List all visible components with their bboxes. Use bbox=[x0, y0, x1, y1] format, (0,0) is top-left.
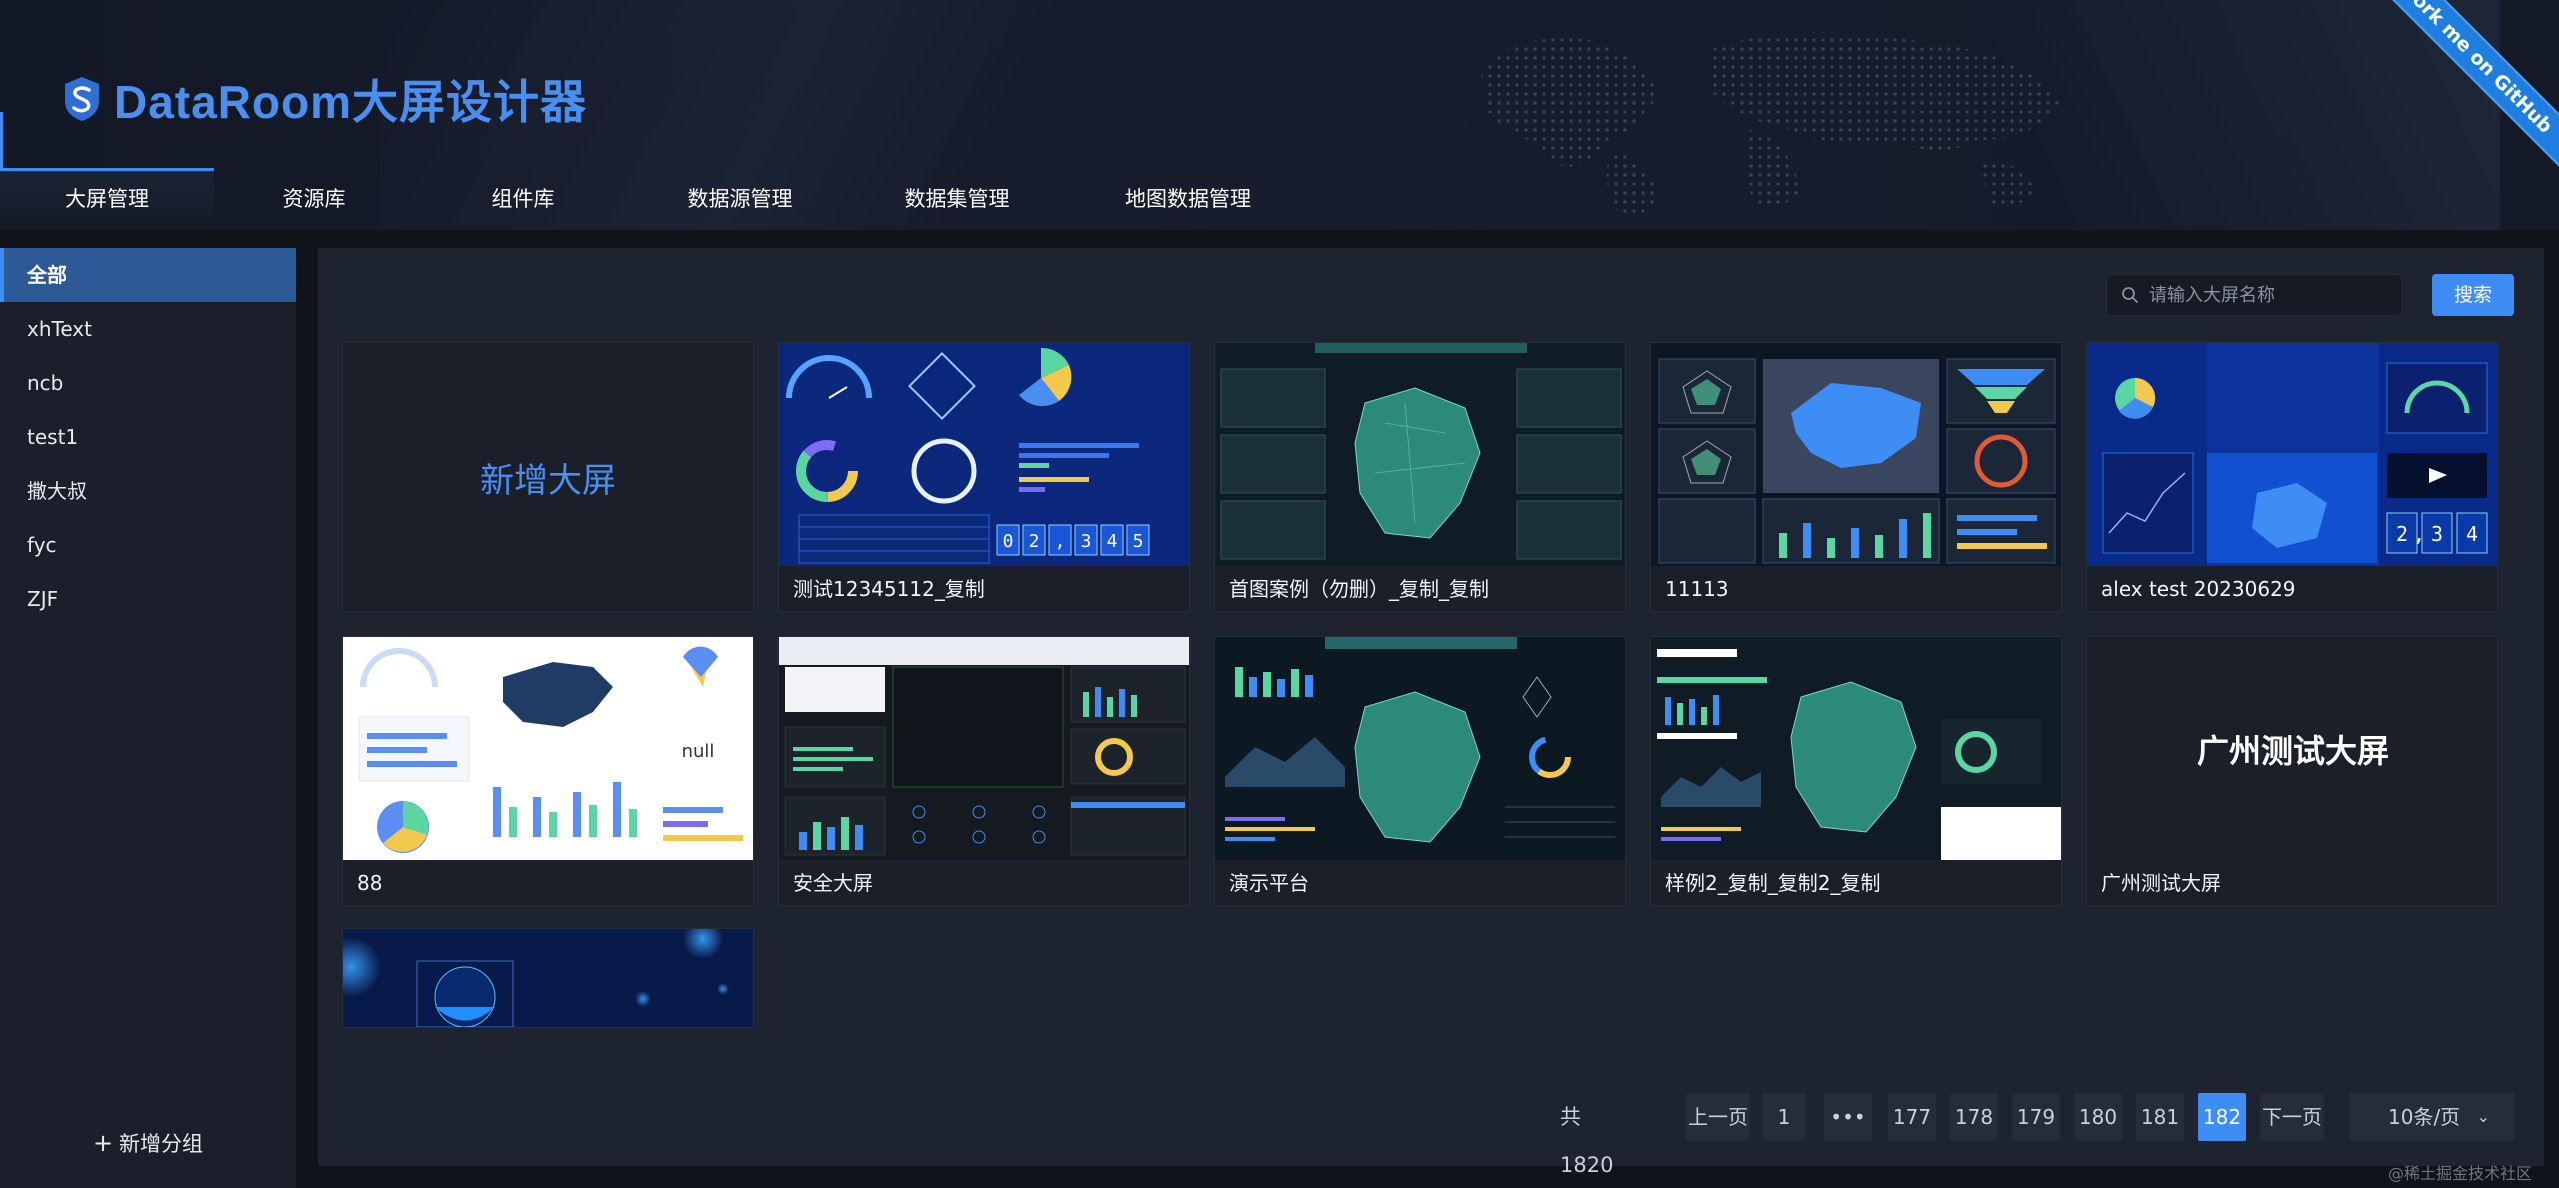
screen-card[interactable]: 演示平台 bbox=[1214, 636, 1626, 906]
add-group-label: 新增分组 bbox=[119, 1132, 204, 1156]
screen-thumbnail bbox=[1215, 343, 1625, 566]
app-logo[interactable]: DataRoom大屏设计器 bbox=[62, 66, 587, 132]
page-button[interactable]: 181 bbox=[2136, 1093, 2184, 1141]
plus-icon: + bbox=[92, 1129, 114, 1157]
screen-card[interactable]: 首图案例（勿删）_复制_复制 bbox=[1214, 342, 1626, 612]
group-item-all[interactable]: 全部 bbox=[0, 248, 296, 302]
screen-card[interactable]: null 88 bbox=[342, 636, 754, 906]
next-page-button[interactable]: 下一页 bbox=[2260, 1093, 2324, 1141]
screen-name: 安全大屏 bbox=[793, 871, 873, 895]
page-ellipsis-button[interactable]: ••• bbox=[1824, 1093, 1872, 1141]
app-title: DataRoom大屏设计器 bbox=[114, 76, 588, 128]
search-icon bbox=[2122, 287, 2138, 303]
screen-name: 首图案例（勿删）_复制_复制 bbox=[1229, 577, 1489, 601]
group-item[interactable]: ncb bbox=[0, 356, 296, 410]
screen-name: 11113 bbox=[1665, 577, 1729, 601]
nav-tab-components[interactable]: 组件库 bbox=[414, 168, 632, 230]
group-sidebar: 全部 xhText ncb test1 撒大叔 fyc ZJF + 新增分组 bbox=[0, 248, 296, 1188]
screen-thumbnail bbox=[343, 929, 753, 1027]
screen-name: 样例2_复制_复制2_复制 bbox=[1665, 871, 1881, 895]
main-nav: 大屏管理 资源库 组件库 数据源管理 数据集管理 地图数据管理 bbox=[0, 112, 1310, 230]
screen-card[interactable]: 安全大屏 bbox=[778, 636, 1190, 906]
screen-thumbnail: 0 2 , 3 4 5 bbox=[779, 343, 1189, 566]
nav-tab-datasets[interactable]: 数据集管理 bbox=[848, 168, 1066, 230]
add-screen-label: 新增大屏 bbox=[480, 460, 616, 501]
page-button-current[interactable]: 182 bbox=[2198, 1093, 2246, 1141]
add-screen-card[interactable]: 新增大屏 bbox=[342, 342, 754, 612]
watermark: @稀土掘金技术社区 bbox=[2388, 1164, 2533, 1183]
search-box bbox=[2106, 274, 2402, 316]
nav-tab-resources[interactable]: 资源库 bbox=[214, 168, 414, 230]
page-button[interactable]: 177 bbox=[1888, 1093, 1936, 1141]
screen-card[interactable]: 广州测试大屏 广州测试大屏 bbox=[2086, 636, 2498, 906]
page-button[interactable]: 1 bbox=[1762, 1093, 1806, 1141]
screen-thumbnail bbox=[779, 637, 1189, 860]
screen-thumbnail bbox=[1651, 343, 2061, 566]
top-header: DataRoom大屏设计器 大屏管理 资源库 组件库 数据源管理 数据集管理 地… bbox=[0, 0, 2559, 230]
screen-card[interactable] bbox=[342, 928, 754, 1028]
screen-thumbnail bbox=[1215, 637, 1625, 860]
counter-digit: 5 bbox=[1133, 531, 1144, 552]
counter-digit: , bbox=[2413, 522, 2425, 546]
page-size-value: 10条/页 bbox=[2388, 1105, 2461, 1129]
pagination-total: 共 1820 条 bbox=[1560, 1105, 1614, 1177]
chevron-down-icon: ⌄ bbox=[2476, 1107, 2490, 1126]
group-item[interactable]: ZJF bbox=[0, 572, 296, 626]
group-item[interactable]: fyc bbox=[0, 518, 296, 572]
counter-digit: 4 bbox=[2466, 522, 2478, 546]
screen-thumbnail bbox=[1651, 637, 2061, 860]
screen-thumbnail: 2 , 3 4 bbox=[2087, 343, 2497, 566]
nav-tab-map-data[interactable]: 地图数据管理 bbox=[1066, 168, 1310, 230]
page-size-select[interactable]: 10条/页 ⌄ bbox=[2350, 1093, 2514, 1141]
screen-name: alex test 20230629 bbox=[2101, 577, 2296, 601]
search-input[interactable] bbox=[2149, 284, 2389, 306]
screen-card[interactable]: 2 , 3 4 alex test 20230629 bbox=[2086, 342, 2498, 612]
screen-card[interactable]: 样例2_复制_复制2_复制 bbox=[1650, 636, 2062, 906]
nav-tab-screen-management[interactable]: 大屏管理 bbox=[0, 112, 214, 230]
thumb-text-null: null bbox=[682, 741, 715, 762]
group-item[interactable]: test1 bbox=[0, 410, 296, 464]
prev-page-button[interactable]: 上一页 bbox=[1686, 1093, 1750, 1141]
group-item[interactable]: 撒大叔 bbox=[0, 464, 296, 518]
counter-digit: 0 bbox=[1003, 531, 1014, 552]
screen-cover-title: 广州测试大屏 bbox=[2196, 731, 2389, 770]
page-button[interactable]: 179 bbox=[2012, 1093, 2060, 1141]
screen-name: 88 bbox=[357, 871, 383, 895]
screen-card[interactable]: 11113 bbox=[1650, 342, 2062, 612]
counter-digit: 4 bbox=[1107, 531, 1118, 552]
page-button[interactable]: 178 bbox=[1950, 1093, 1998, 1141]
add-group-button[interactable]: + 新增分组 bbox=[0, 1128, 296, 1158]
screen-thumbnail: null bbox=[343, 637, 753, 860]
nav-tab-datasources[interactable]: 数据源管理 bbox=[632, 168, 848, 230]
page-button[interactable]: 180 bbox=[2074, 1093, 2122, 1141]
counter-digit: 3 bbox=[1081, 531, 1092, 552]
search-button[interactable]: 搜索 bbox=[2432, 274, 2514, 316]
screen-card[interactable]: 0 2 , 3 4 5 测试12345112_复制 bbox=[778, 342, 1190, 612]
screen-name: 广州测试大屏 bbox=[2101, 871, 2221, 895]
screen-name: 测试12345112_复制 bbox=[793, 577, 985, 601]
counter-digit: 3 bbox=[2431, 522, 2443, 546]
counter-digit: 2 bbox=[1029, 531, 1040, 552]
screen-list-panel: 搜索 新增大屏 bbox=[318, 248, 2544, 1177]
counter-digit: 2 bbox=[2396, 522, 2408, 546]
world-map-graphic bbox=[1480, 32, 2060, 216]
screen-name: 演示平台 bbox=[1229, 871, 1309, 895]
group-item[interactable]: xhText bbox=[0, 302, 296, 356]
counter-digit: , bbox=[1055, 531, 1066, 552]
shield-s-logo-icon bbox=[65, 77, 99, 121]
